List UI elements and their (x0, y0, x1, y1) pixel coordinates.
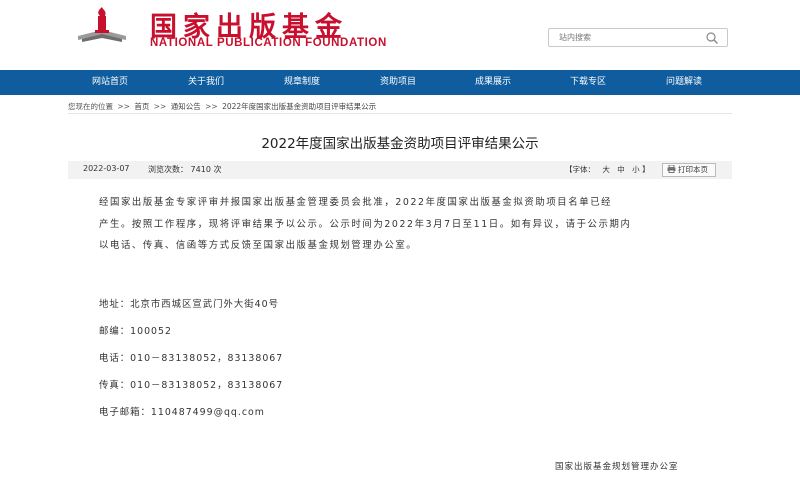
view-count-label: 浏览次数： (148, 165, 188, 174)
nav-item-funded-projects[interactable]: 资助项目 (362, 70, 434, 95)
nav-item-about[interactable]: 关于我们 (170, 70, 242, 95)
breadcrumb-current-page[interactable]: 2022年度国家出版基金资助项目评审结果公示 (222, 102, 376, 111)
contact-email-value: 110487499@qq.com (150, 407, 265, 418)
breadcrumb-home-link[interactable]: 首页 (134, 102, 149, 111)
breadcrumb-separator: >> (153, 102, 167, 111)
nav-item-downloads[interactable]: 下载专区 (552, 70, 624, 95)
contact-phone: 电话：010－83138052，83138067 (99, 350, 283, 364)
contact-postcode-label: 邮编： (99, 326, 131, 337)
contact-email-label: 电子邮箱： (99, 407, 151, 418)
contact-address-label: 地址： (99, 299, 131, 310)
breadcrumb-separator: >> (205, 102, 218, 111)
article-signature: 国家出版基金规划管理办公室 (555, 462, 679, 472)
font-size-large[interactable]: 大 (602, 165, 610, 174)
font-size-control: 【字体： 大 中 小 】 (565, 164, 650, 175)
font-size-label: 【字体： (565, 165, 595, 174)
nav-item-home[interactable]: 网站首页 (74, 70, 146, 95)
contact-address-value: 北京市西城区宣武门外大街40号 (130, 299, 279, 310)
book-flame-logo-icon[interactable] (74, 6, 130, 46)
view-count-unit: 次 (213, 165, 222, 174)
paragraph-line: 经国家出版基金专家评审并报国家出版基金管理委员会批准，2022年度国家出版基金拟… (99, 197, 613, 208)
contact-postcode-value: 100052 (130, 326, 172, 337)
font-size-close: 】 (642, 165, 650, 174)
print-page-button[interactable]: 打印本页 (662, 163, 716, 177)
printer-icon (667, 165, 676, 173)
print-page-label: 打印本页 (678, 165, 708, 174)
contact-address: 地址：北京市西城区宣武门外大街40号 (99, 296, 279, 310)
font-size-medium[interactable]: 中 (617, 165, 625, 174)
paragraph-line: 以电话、传真、信函等方式反馈至国家出版基金规划管理办公室。 (99, 240, 418, 251)
nav-item-faq[interactable]: 问题解读 (648, 70, 720, 95)
paragraph-line: 产生。按照工作程序，现将评审结果予以公示。公示时间为2022年3月7日至11日。… (99, 218, 632, 230)
article-meta-bar: 2022-03-07 浏览次数： 7410 次 【字体： 大 中 小 】 打印本… (68, 161, 732, 179)
breadcrumb-notices-link[interactable]: 通知公告 (171, 102, 201, 111)
contact-postcode: 邮编：100052 (99, 323, 172, 337)
logo-english-title[interactable]: NATIONAL PUBLICATION FOUNDATION (150, 37, 387, 49)
contact-fax-value: 010－83138052，83138067 (130, 380, 284, 391)
search-input[interactable] (559, 30, 699, 45)
breadcrumb-divider (68, 113, 732, 114)
publish-date: 2022-03-07 (83, 164, 130, 173)
contact-fax: 传真：010－83138052，83138067 (99, 377, 283, 391)
search-box (548, 28, 728, 47)
breadcrumb-prefix: 您现在的位置 (68, 102, 113, 111)
font-size-small[interactable]: 小 (632, 165, 640, 174)
search-icon[interactable] (705, 31, 719, 45)
contact-fax-label: 传真： (99, 380, 131, 391)
article-title: 2022年度国家出版基金资助项目评审结果公示 (261, 136, 539, 152)
site-header: 国家出版基金 NATIONAL PUBLICATION FOUNDATION (0, 0, 800, 70)
view-count: 浏览次数： 7410 次 (148, 164, 221, 175)
nav-item-achievements[interactable]: 成果展示 (457, 70, 529, 95)
view-count-value: 7410 (190, 165, 211, 174)
contact-phone-label: 电话： (99, 353, 131, 364)
article-paragraph: 经国家出版基金专家评审并报国家出版基金管理委员会批准，2022年度国家出版基金拟… (99, 192, 719, 257)
contact-email: 电子邮箱：110487499@qq.com (99, 404, 265, 418)
breadcrumb: 您现在的位置 >> 首页 >> 通知公告 >> 2022年度国家出版基金资助项目… (68, 101, 378, 112)
main-nav: 网站首页 关于我们 规章制度 资助项目 成果展示 下载专区 问题解读 (0, 70, 800, 95)
nav-item-regulations[interactable]: 规章制度 (266, 70, 338, 95)
breadcrumb-separator: >> (117, 102, 130, 111)
contact-phone-value: 010－83138052，83138067 (130, 353, 284, 364)
